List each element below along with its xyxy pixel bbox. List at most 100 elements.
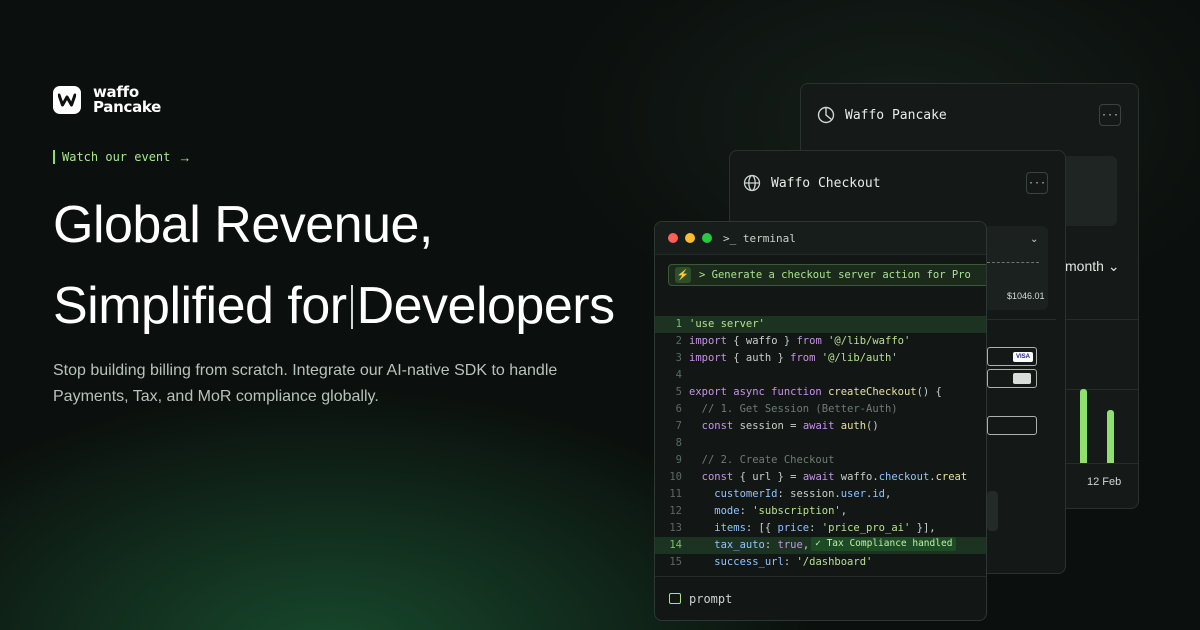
code-line: 5 export async function createCheckout() … (655, 384, 986, 401)
terminal-prompt-icon: >_ (723, 231, 737, 245)
code-token: await (802, 471, 835, 483)
ai-prompt-bar[interactable]: ⚡ > Generate a checkout server action fo… (668, 264, 986, 286)
code-token: import (689, 335, 727, 347)
globe-icon (743, 174, 761, 192)
code-token: () { (916, 386, 942, 398)
line-number: 7 (675, 420, 682, 432)
code-editor[interactable]: 1 'use server' 2 import { waffo } from '@/l… (655, 316, 986, 571)
code-line: 12 mode: 'subscription', (655, 503, 986, 520)
terminal-title-text: terminal (742, 231, 796, 245)
code-line: 14 tax_auto: true, ✓ Tax Compliance handl… (655, 537, 986, 554)
code-token: }], (910, 522, 936, 534)
minimize-dot-icon[interactable] (685, 233, 695, 243)
code-token: items (689, 522, 746, 534)
code-token: // 1. Get Session (Better-Auth) (689, 403, 898, 415)
code-token: '@/lib/waffo' (821, 335, 911, 347)
code-token: true (777, 539, 803, 551)
line-number: 14 (669, 539, 682, 551)
code-line: 7 const session = await auth() (655, 418, 986, 435)
code-token: () (866, 420, 879, 432)
code-token: 'price_pro_ai' (821, 522, 911, 534)
code-token: : (783, 556, 797, 568)
watch-event-link[interactable]: Watch our event → (53, 149, 192, 165)
line-number: 13 (669, 522, 682, 534)
tax-compliance-badge: ✓ Tax Compliance handled (811, 537, 957, 551)
code-line: 10 const { url } = await waffo. checkout.… (655, 469, 986, 486)
code-line: 1 'use server' (655, 316, 986, 333)
code-token: // 2. Create Checkout (689, 454, 835, 466)
close-dot-icon[interactable] (668, 233, 678, 243)
code-token: export async function (689, 386, 822, 398)
maximize-dot-icon[interactable] (702, 233, 712, 243)
waffo-logo-icon (53, 86, 81, 114)
code-token: id (872, 488, 886, 500)
code-token: createCheckout (821, 386, 917, 398)
code-line: 13 items: [{ price: 'price_pro_ai' }], (655, 520, 986, 537)
code-token: : (739, 505, 753, 517)
chart-date-label: 12 Feb (1087, 476, 1122, 488)
headline-line2-b: Developers (356, 277, 616, 335)
code-token: , (885, 488, 892, 500)
pie-chart-icon (817, 106, 835, 124)
chart-bar (1080, 389, 1087, 463)
code-token: 'subscription' (752, 505, 841, 517)
arrow-right-icon: → (178, 149, 192, 165)
code-line: 6 // 1. Get Session (Better-Auth) (655, 401, 986, 418)
terminal-window: >_ terminal ⚡ > Generate a checkout serv… (654, 221, 987, 621)
text-cursor (350, 285, 353, 329)
line-number: 5 (675, 386, 682, 398)
pancake-more-button[interactable]: ··· (1099, 104, 1121, 126)
code-token: auth (834, 420, 867, 432)
code-token: await (802, 420, 835, 432)
code-line: 8 (655, 435, 986, 452)
code-token: customerId (689, 488, 778, 500)
line-number: 2 (675, 335, 682, 347)
watch-event-label: Watch our event (62, 150, 171, 164)
checkout-more-button[interactable]: ··· (1026, 172, 1048, 194)
grid-line (1063, 319, 1138, 320)
code-token: creat (935, 471, 968, 483)
period-selector[interactable]: month ⌄ (1065, 258, 1120, 275)
credit-card-icon (1013, 373, 1031, 384)
code-line: 3 import { auth } from '@/lib/auth' (655, 350, 986, 367)
code-token: : (764, 539, 778, 551)
line-number: 12 (669, 505, 682, 517)
code-token: success_url (689, 556, 784, 568)
prompt-input[interactable]: prompt (655, 576, 986, 620)
code-token: { auth } (726, 352, 791, 364)
line-number: 8 (675, 437, 682, 449)
grid-line (1063, 389, 1138, 390)
code-token: price (777, 522, 810, 534)
code-token: '@/lib/auth' (815, 352, 898, 364)
code-token: tax_auto (689, 539, 765, 551)
line-number: 15 (669, 556, 682, 568)
line-number: 6 (675, 403, 682, 415)
code-token: checkout (878, 471, 930, 483)
code-token: { waffo } (726, 335, 797, 347)
code-line: 2 import { waffo } from '@/lib/waffo' (655, 333, 986, 350)
code-token: , (840, 505, 848, 517)
grid-line (1063, 463, 1138, 464)
code-token: '/dashboard' (796, 556, 873, 568)
line-number: 10 (669, 471, 682, 483)
line-number: 1 (675, 318, 682, 330)
brand-logo[interactable]: waffo Pancake (53, 85, 161, 115)
checkout-card-title: Waffo Checkout (771, 175, 881, 191)
chevron-down-icon: ⌄ (1030, 234, 1039, 245)
code-token: const (689, 420, 734, 432)
chart-bar (1107, 410, 1114, 463)
headline-line2-a: Simplified for (53, 277, 347, 335)
pancake-card-title: Waffo Pancake (845, 107, 947, 123)
code-line: 15 success_url: '/dashboard' (655, 554, 986, 571)
code-token: : session. (777, 488, 841, 500)
code-token: , (802, 539, 810, 551)
code-token: session = (733, 420, 803, 432)
code-token: : [{ (745, 522, 778, 534)
divider (986, 319, 1056, 320)
period-label: month (1065, 258, 1104, 274)
brand-line2: Pancake (93, 98, 162, 116)
pay-button[interactable] (987, 491, 998, 531)
headline-line2: Simplified for Developers (53, 276, 615, 336)
name-field[interactable] (987, 416, 1037, 435)
code-token: waffo. (834, 471, 879, 483)
